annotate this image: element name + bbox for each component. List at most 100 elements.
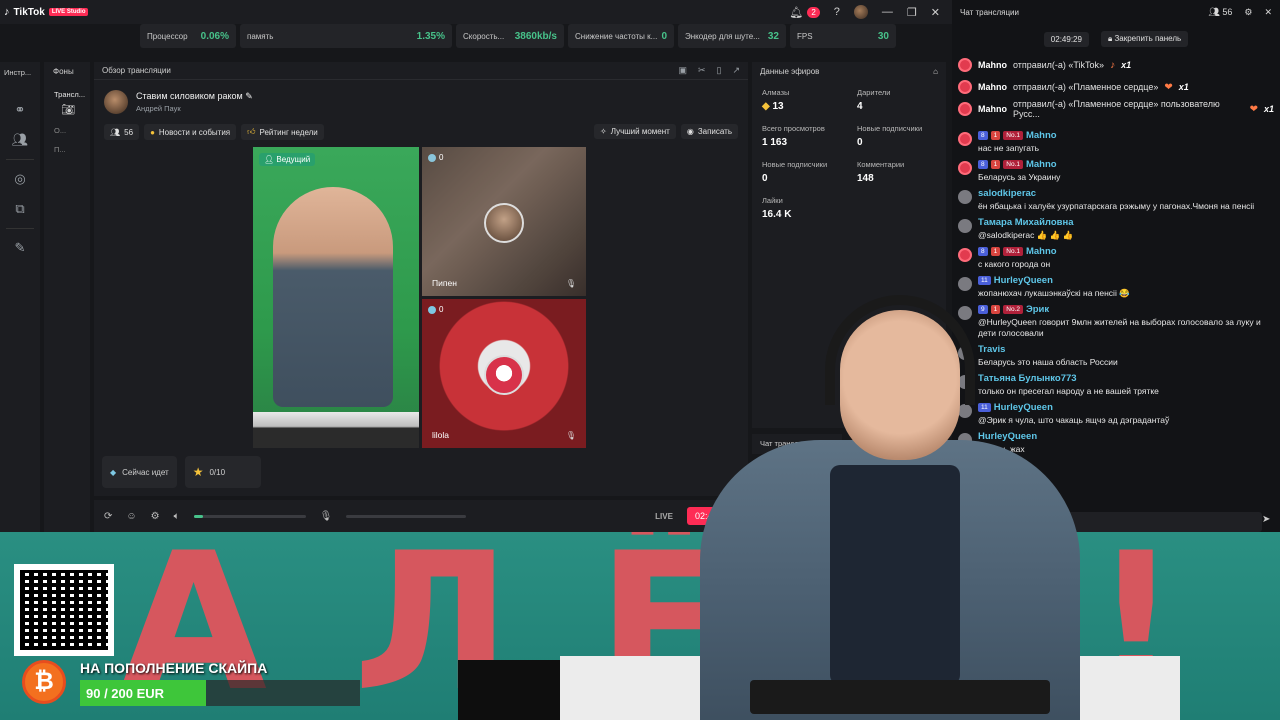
settings-icon[interactable]: ⚙ (151, 511, 160, 522)
lock-icon: 🔒︎ (1107, 34, 1113, 43)
guest-video-2[interactable]: 0 lilola 🎙︎ (422, 299, 586, 448)
close-icon[interactable]: ✕ (1264, 7, 1272, 18)
mic-slider[interactable] (346, 514, 467, 518)
metric-label: Энкодер для шуте... (685, 31, 760, 41)
chat-viewers: 👥︎ 56 (1208, 7, 1232, 18)
gift-user[interactable]: Mahno (978, 104, 1007, 114)
gift-user[interactable]: Mahno (978, 82, 1007, 92)
brand-name: TikTok (13, 6, 45, 18)
chat-message: 8 1 No.1 Mahno Беларусь за Украину (952, 157, 1280, 186)
help-icon[interactable]: ? (834, 6, 840, 18)
copy-icon[interactable]: ⧉ (0, 194, 40, 224)
chat-username[interactable]: Тамара Михайловна (978, 217, 1074, 228)
stream-title: Ставим силовиком раком (136, 91, 243, 101)
gift-multiplier: x1 (1121, 60, 1132, 70)
camera-icon[interactable]: 📷︎ (44, 99, 90, 116)
guest-name: lilola (432, 430, 450, 440)
close-icon[interactable]: ✕ (931, 6, 940, 19)
metric-3: Снижение частоты к... 0 (568, 24, 674, 48)
emoji-icon[interactable]: ☺ (126, 511, 136, 522)
chat-username[interactable]: Mahno (1026, 246, 1057, 257)
user-avatar[interactable] (958, 219, 972, 233)
tools-icon[interactable]: ✂ (698, 65, 706, 76)
settings-icon[interactable]: ⚙ (1244, 7, 1252, 18)
guest2-count: 0 (439, 305, 444, 314)
gift-user[interactable]: Mahno (978, 60, 1007, 70)
user-avatar[interactable] (958, 248, 972, 262)
best-moment-label: Лучший момент (610, 127, 670, 136)
refresh-icon[interactable]: ⟳ (104, 511, 112, 522)
gift-icon: ❤ (1164, 81, 1173, 93)
volume-slider[interactable] (193, 514, 306, 518)
metric-label: Снижение частоты к... (575, 31, 658, 41)
stat-label: Новые подписчики (762, 160, 828, 169)
metric-label: память (247, 31, 274, 41)
backgrounds-item-2[interactable]: П... (44, 135, 90, 154)
chat-title: Чат трансляции (960, 7, 1019, 17)
user-avatar[interactable] (958, 161, 972, 175)
maximize-icon[interactable]: ❐ (907, 6, 917, 19)
rating-chip[interactable]: 👍︎ Рейтинг недели (241, 124, 324, 140)
backgrounds-item-1[interactable]: О... (44, 116, 90, 135)
chat-username[interactable]: salodkiperac (978, 188, 1036, 199)
guest-name: Пипен (432, 278, 457, 288)
layout-icon[interactable]: ▣ (678, 65, 687, 76)
backgrounds-stream-item[interactable]: Трансл... (44, 76, 90, 99)
pin-panel-button[interactable]: 🔒︎ Закрепить панель (1100, 31, 1189, 47)
pin-icon[interactable]: ✎ (0, 233, 40, 263)
level-badge: 8 (978, 131, 988, 140)
guest-count: 0 (428, 305, 443, 314)
phone-icon[interactable]: ▯ (717, 65, 722, 76)
coin-icon (428, 153, 436, 162)
avatar[interactable] (853, 5, 868, 19)
chat-message: Тамара Михайловна @salodkiperac 👍 👍 👍 (952, 215, 1280, 244)
diamond-icon: ◆ (762, 101, 770, 112)
goal-label: 0/10 (209, 467, 226, 477)
record-button[interactable]: ◉ Записать (680, 124, 738, 139)
chat-username[interactable]: Mahno (1026, 159, 1057, 170)
chat-username[interactable]: HurleyQueen (994, 275, 1053, 286)
music-icon: ◆ (110, 467, 117, 477)
link-icon[interactable]: ⚭ (0, 95, 40, 125)
gift-text: отправил(-а) «Пламенное сердце» (1013, 82, 1159, 92)
backgrounds-panel: Фоны Трансл... 📷︎ О... П... (44, 62, 90, 532)
best-moment-button[interactable]: ✧ Лучший момент (594, 124, 676, 139)
chat-viewers-count: 56 (1222, 6, 1233, 17)
donate-title: НА ПОПОЛНЕНИЕ СКАЙПА (80, 660, 268, 676)
news-chip[interactable]: ● Новости и события (144, 124, 237, 140)
tools-panel: Инстр... ⚭ 👥︎ ◎ ⧉ ✎ (0, 62, 40, 532)
home-icon[interactable]: ⌂ (933, 67, 938, 76)
user-avatar[interactable] (958, 190, 972, 204)
goal-tile[interactable]: ★ 0/10 (184, 456, 261, 488)
mic-icon[interactable]: 🎙︎ (566, 279, 576, 288)
notification-button[interactable]: 🔔︎ 2 (789, 6, 820, 19)
share-icon[interactable]: ↗ (732, 65, 740, 76)
host-badge-label: Ведущий (276, 155, 311, 164)
volume-icon[interactable]: 🔈︎ (174, 511, 180, 522)
chat-username[interactable]: Mahno (1026, 130, 1057, 141)
chat-text: с какого города он (978, 259, 1051, 269)
user-avatar[interactable] (958, 132, 972, 146)
rank-badge: No.1 (1003, 131, 1023, 140)
gift-text: отправил(-а) «TikTok» (1013, 60, 1105, 70)
metrics-bar: Процессор 0.06% память 1.35% Скорость... 3860… (140, 24, 896, 48)
metric-value: 30 (877, 30, 889, 42)
chat-text: Беларусь за Украину (978, 172, 1061, 182)
guest-video-1[interactable]: 0 Пипен 🎙︎ (422, 147, 586, 296)
edit-icon[interactable]: ✎ (245, 91, 253, 101)
stat-value: 0 (857, 137, 863, 148)
send-icon[interactable]: ➤ (1262, 514, 1270, 525)
stat-0: Алмазы ◆ 13 (762, 88, 857, 112)
user-avatar (958, 102, 972, 116)
now-playing-tile[interactable]: ◆ Сейчас идет (102, 456, 177, 488)
target-icon[interactable]: ◎ (0, 164, 40, 194)
mic-icon[interactable]: 🎙︎ (320, 511, 333, 522)
user-avatar[interactable] (958, 277, 972, 291)
minimize-icon[interactable]: — (882, 6, 893, 18)
users-icon[interactable]: 👥︎ (0, 125, 40, 155)
viewers-chip[interactable]: 👥︎ 56 (104, 124, 140, 140)
guest-avatar (484, 203, 524, 243)
host-video[interactable]: 👤︎ Ведущий (253, 147, 419, 448)
gift-message: Mahno отправил(-а) «Пламенное сердце» ❤ x1 (952, 76, 1280, 98)
mic-icon[interactable]: 🎙︎ (566, 431, 576, 440)
